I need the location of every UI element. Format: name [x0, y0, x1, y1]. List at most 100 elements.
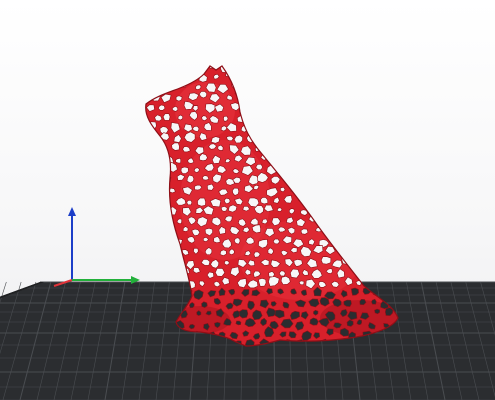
voronoi-hole	[309, 197, 316, 205]
voronoi-hole	[296, 174, 306, 182]
voronoi-hole	[353, 115, 364, 125]
voronoi-hole	[353, 173, 363, 182]
voronoi-hole	[138, 153, 145, 160]
voronoi-hole	[300, 183, 314, 195]
z-axis-arrow-icon	[68, 207, 76, 216]
voronoi-hole	[145, 248, 153, 257]
voronoi-hole	[301, 66, 308, 67]
voronoi-hole	[145, 72, 149, 83]
voronoi-hole	[287, 123, 299, 133]
voronoi-hole	[248, 95, 257, 101]
voronoi-hole	[201, 301, 208, 308]
voronoi-hole	[401, 104, 408, 110]
voronoi-hole	[283, 174, 293, 183]
voronoi-hole	[345, 155, 353, 162]
voronoi-hole	[352, 102, 363, 113]
voronoi-hole	[394, 113, 398, 123]
voronoi-hole	[337, 104, 343, 110]
voronoi-hole	[158, 248, 170, 259]
voronoi-hole	[157, 166, 165, 173]
voronoi-hole	[145, 116, 148, 123]
voronoi-hole	[371, 225, 384, 235]
voronoi-hole	[268, 144, 276, 151]
voronoi-hole	[362, 185, 374, 195]
voronoi-hole	[340, 235, 352, 247]
voronoi-hole	[162, 217, 172, 226]
scene-canvas[interactable]	[0, 0, 495, 400]
voronoi-hole	[363, 246, 371, 254]
voronoi-hole	[399, 267, 407, 274]
voronoi-hole	[145, 93, 150, 103]
axis-gizmo	[53, 207, 140, 287]
voronoi-hole	[381, 153, 390, 161]
voronoi-hole	[224, 260, 230, 266]
voronoi-hole	[376, 247, 384, 254]
voronoi-hole	[372, 184, 379, 191]
voronoi-hole	[261, 91, 271, 101]
voronoi-hole	[314, 188, 323, 196]
voronoi-hole	[155, 206, 164, 214]
voronoi-hole	[403, 95, 410, 102]
voronoi-hole	[403, 74, 412, 81]
voronoi-hole	[349, 249, 356, 258]
voronoi-hole	[331, 172, 343, 182]
voronoi-hole	[337, 246, 344, 252]
voronoi-hole	[406, 239, 412, 244]
voronoi-hole	[326, 167, 334, 174]
voronoi-hole	[393, 173, 398, 181]
voronoi-hole	[271, 71, 280, 78]
voronoi-hole	[154, 83, 165, 94]
voronoi-hole	[365, 237, 375, 245]
voronoi-hole	[170, 268, 178, 275]
voronoi-hole	[145, 134, 150, 141]
voronoi-hole	[145, 83, 155, 92]
voronoi-hole	[135, 83, 142, 89]
voronoi-hole	[136, 103, 142, 108]
voronoi-hole	[407, 134, 412, 139]
voronoi-hole	[138, 268, 144, 274]
voronoi-hole	[132, 187, 142, 196]
voronoi-hole	[288, 143, 298, 153]
voronoi-hole	[169, 81, 176, 88]
voronoi-hole	[336, 225, 345, 234]
voronoi-hole	[337, 187, 348, 196]
voronoi-hole	[258, 71, 266, 80]
voronoi-hole	[383, 123, 392, 130]
voronoi-hole	[331, 116, 338, 123]
voronoi-hole	[391, 261, 398, 267]
voronoi-hole	[313, 80, 325, 90]
voronoi-hole	[315, 92, 327, 102]
voronoi-hole	[322, 122, 334, 133]
voronoi-hole	[296, 135, 303, 142]
voronoi-hole	[243, 66, 252, 71]
voronoi-hole	[266, 82, 273, 88]
voronoi-hole	[377, 73, 387, 80]
voronoi-hole	[346, 166, 357, 174]
voronoi-hole	[130, 204, 141, 213]
voronoi-hole	[147, 145, 156, 153]
voronoi-hole	[135, 169, 141, 174]
voronoi-hole	[158, 226, 166, 233]
voronoi-hole	[370, 177, 379, 185]
voronoi-hole	[330, 70, 342, 81]
3d-viewport[interactable]	[0, 0, 495, 400]
voronoi-hole	[267, 123, 273, 129]
voronoi-hole	[136, 64, 141, 69]
voronoi-hole	[310, 70, 318, 79]
voronoi-hole	[132, 123, 140, 130]
voronoi-hole	[398, 207, 405, 213]
voronoi-hole	[357, 235, 367, 245]
voronoi-hole	[154, 240, 161, 246]
voronoi-hole	[258, 239, 268, 249]
voronoi-hole	[273, 94, 282, 102]
voronoi-hole	[257, 135, 269, 146]
voronoi-hole	[351, 188, 358, 195]
voronoi-hole	[275, 82, 286, 92]
voronoi-hole	[284, 93, 294, 101]
voronoi-hole	[340, 166, 348, 174]
voronoi-hole	[373, 102, 382, 110]
voronoi-hole	[316, 103, 323, 110]
voronoi-hole	[159, 183, 168, 193]
voronoi-hole	[374, 207, 383, 215]
voronoi-hole	[372, 66, 381, 69]
